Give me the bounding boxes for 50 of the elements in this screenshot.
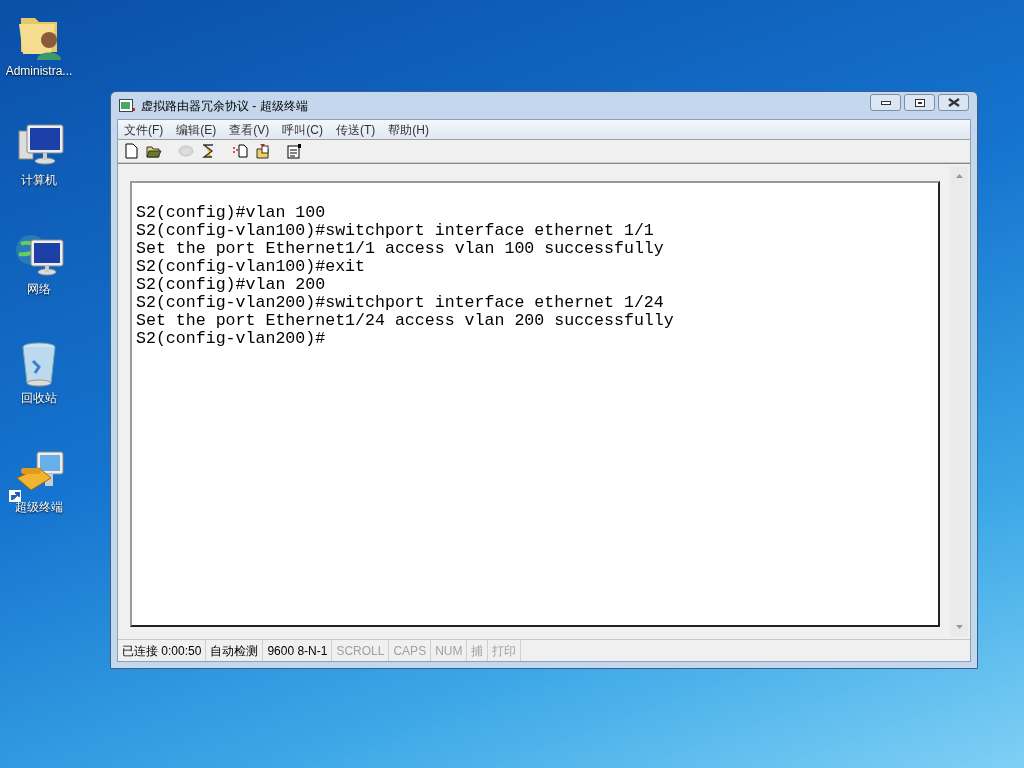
desktop-icon-label[interactable]: 网络: [27, 280, 51, 298]
app-icon: [119, 98, 135, 113]
phone-icon: [178, 143, 194, 159]
close-button[interactable]: [938, 94, 969, 111]
status-field: NUM: [431, 640, 468, 661]
close-icon: [947, 98, 960, 107]
menu-item[interactable]: 传送(T): [336, 120, 376, 139]
receive-file-button[interactable]: [254, 143, 270, 159]
terminal-line: Set the port Ethernet1/24 access vlan 200 successfully: [136, 312, 675, 330]
status-field: 自动检测: [206, 640, 264, 661]
maximize-button[interactable]: [904, 94, 935, 111]
open-folder-button[interactable]: [146, 143, 162, 159]
receive-file-icon: [254, 143, 270, 159]
status-field: 已连接 0:00:50: [118, 640, 207, 661]
maximize-icon: [914, 98, 925, 107]
scroll-down-icon: [955, 625, 963, 629]
terminal-screen[interactable]: [130, 181, 940, 627]
send-file-button[interactable]: [232, 143, 248, 159]
menu-item[interactable]: 文件(F): [124, 120, 164, 139]
status-field: 捕: [467, 640, 489, 661]
menu-item[interactable]: 编辑(E): [176, 120, 217, 139]
scroll-up-icon: [955, 174, 963, 178]
terminal-line: S2(config-vlan200)#: [136, 330, 327, 348]
terminal-line: S2(config-vlan100)#switchport interface ethernet 1/1: [136, 222, 655, 240]
minimize-icon: [880, 100, 891, 105]
status-field: CAPS: [389, 640, 432, 661]
desktop-icon-label[interactable]: 回收站: [21, 389, 57, 407]
desktop-icon-label[interactable]: 超级终端: [15, 498, 63, 516]
desktop-icon-label[interactable]: Administra...: [5, 62, 73, 80]
desktop-icon-label[interactable]: 计算机: [21, 171, 57, 189]
send-file-icon: [232, 143, 248, 159]
window-title: 虚拟路由器冗余协议 - 超级终端: [141, 97, 308, 115]
properties-icon: [286, 143, 302, 159]
status-field: 9600 8-N-1: [263, 640, 333, 661]
terminal-line: S2(config-vlan100)#exit: [136, 258, 367, 276]
menu-item[interactable]: 呼叫(C): [282, 120, 323, 139]
terminal-line: S2(config-vlan200)#switchport interface ethernet 1/24: [136, 294, 665, 312]
minimize-button[interactable]: [870, 94, 901, 111]
terminal-line: S2(config)#vlan 100: [136, 204, 327, 222]
vertical-scrollbar[interactable]: [950, 166, 968, 637]
status-field: SCROLL: [332, 640, 390, 661]
new-file-icon: [124, 143, 140, 159]
menu-item[interactable]: 查看(V): [229, 120, 270, 139]
open-folder-icon: [146, 143, 162, 159]
status-field: 打印: [488, 640, 522, 661]
menu-item[interactable]: 帮助(H): [388, 120, 429, 139]
terminal-line: S2(config)#vlan 200: [136, 276, 327, 294]
properties-button[interactable]: [286, 143, 302, 159]
terminal-line: Set the port Ethernet1/1 access vlan 100 successfully: [136, 240, 665, 258]
new-file-button[interactable]: [124, 143, 140, 159]
